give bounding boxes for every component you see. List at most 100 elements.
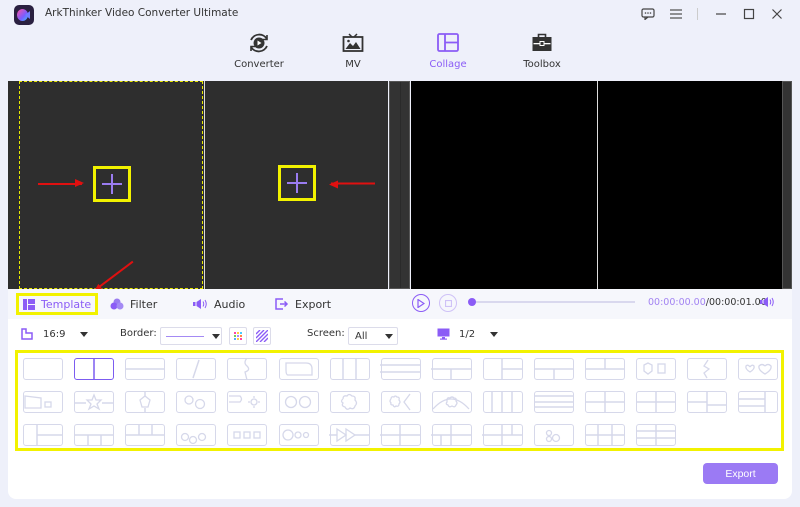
template-option-32[interactable] [73,424,115,446]
preview-cell-1 [411,81,595,289]
template-option-28[interactable] [635,390,677,413]
add-media-button-2[interactable] [278,165,316,201]
aspect-ratio-dropdown[interactable]: 16:9 [21,328,89,340]
separator [697,8,698,20]
monitor-icon [437,328,450,340]
nav-collage[interactable]: Collage [408,30,488,70]
annotation-arrow [38,180,84,186]
collage-cell-1[interactable] [19,81,203,289]
template-option-21[interactable] [278,391,319,413]
template-option-26[interactable] [533,391,574,413]
template-option-27[interactable] [584,390,626,413]
template-layout-icon [432,395,470,409]
template-option-2[interactable] [74,357,115,380]
export-button[interactable]: Export [703,463,778,484]
template-option-35[interactable] [227,424,268,446]
template-option-42[interactable] [584,423,626,446]
plus-icon [287,173,307,193]
template-option-38[interactable] [380,423,421,446]
template-option-7[interactable] [329,357,370,380]
template-option-34[interactable] [176,424,217,446]
volume-icon [760,297,774,307]
progress-slider[interactable] [468,297,635,306]
menu-icon[interactable] [665,5,687,23]
player-controls: 00:00:00.00/00:00:01.00 [408,289,792,319]
volume-button[interactable] [760,296,775,311]
template-option-25[interactable] [482,390,523,413]
template-option-4[interactable] [176,358,217,380]
template-option-30[interactable] [737,390,779,413]
template-layout-icon [533,394,574,408]
nav-collage-label: Collage [429,59,467,70]
template-option-14[interactable] [687,358,728,380]
template-layout-icon [244,357,250,380]
border-color-button[interactable] [229,327,247,345]
color-grid-icon [234,332,242,340]
template-option-40[interactable] [482,423,523,446]
tab-audio[interactable]: Audio [193,293,245,315]
template-option-37[interactable] [329,424,370,446]
template-option-31[interactable] [23,423,63,446]
template-option-16[interactable] [23,391,63,413]
annotation-arrow [331,183,375,185]
tab-audio-label: Audio [214,297,246,311]
template-option-13[interactable] [636,358,677,380]
template-option-20[interactable] [227,391,268,413]
template-option-10[interactable] [482,357,523,380]
tab-export[interactable]: Export [275,293,331,315]
nav-mv[interactable]: MV [313,30,393,70]
template-option-8[interactable] [380,358,421,380]
maximize-icon[interactable] [738,5,760,23]
template-option-6[interactable] [278,358,319,380]
template-option-19[interactable] [176,391,217,413]
minimize-icon[interactable] [710,5,732,23]
screen-value: All [355,330,368,342]
tab-filter[interactable]: Filter [110,293,157,315]
template-option-11[interactable] [533,358,574,380]
template-option-17[interactable] [73,391,115,413]
template-layout-icon [192,359,200,378]
template-option-3[interactable] [124,358,166,380]
template-option-29[interactable] [686,390,728,413]
template-option-5[interactable] [227,357,268,380]
stop-button[interactable] [439,294,457,312]
template-option-43[interactable] [635,423,677,446]
preview-divider[interactable] [389,81,410,289]
tab-template[interactable]: Template [16,293,99,315]
template-option-1[interactable] [23,358,63,380]
feedback-icon[interactable] [637,5,659,23]
template-option-15[interactable] [738,358,779,380]
template-option-24[interactable] [431,391,472,413]
add-media-button-1[interactable] [93,166,131,202]
collage-cell-2[interactable] [204,81,388,289]
template-option-18[interactable] [125,390,166,413]
template-option-22[interactable] [329,391,370,413]
nav-toolbox[interactable]: Toolbox [502,30,582,70]
template-option-41[interactable] [534,424,574,446]
template-option-23[interactable] [380,391,421,413]
screen-label: Screen: [307,328,345,339]
template-option-36[interactable] [278,424,319,446]
close-icon[interactable] [766,5,788,23]
nav-converter[interactable]: Converter [219,30,299,70]
template-option-39[interactable] [431,423,472,446]
progress-knob[interactable] [468,297,476,306]
toolbox-icon [532,33,552,51]
template-layout-icon [285,361,313,376]
border-pattern-button[interactable] [253,327,271,345]
template-option-33[interactable] [124,423,166,446]
template-layout-icon [545,429,560,442]
template-layout-icon [92,357,95,380]
app-title: ArkThinker Video Converter Ultimate [45,7,239,19]
template-layout-icon [35,423,63,446]
template-layout-icon [138,390,151,413]
screen-dropdown[interactable]: All [348,327,398,345]
template-option-9[interactable] [431,358,472,380]
template-layout-icon [124,423,165,436]
template-option-12[interactable] [584,357,626,380]
border-style-dropdown[interactable] [160,327,222,345]
template-layout-icon [329,427,370,442]
page-selector[interactable]: 1/2 [437,328,499,340]
play-button[interactable] [412,294,430,312]
template-layout-icon [431,367,472,380]
